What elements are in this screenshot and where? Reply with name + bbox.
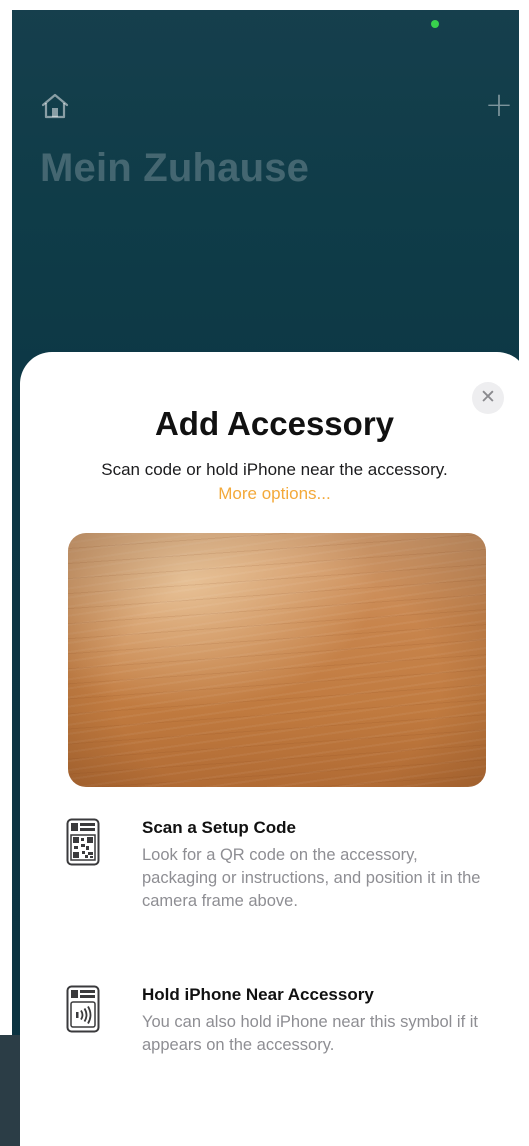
option-description: Look for a QR code on the accessory, pac… (142, 846, 481, 910)
option-description: You can also hold iPhone near this symbo… (142, 1013, 479, 1054)
camera-in-use-indicator (431, 20, 439, 28)
sheet-subtitle: Scan code or hold iPhone near the access… (95, 458, 454, 506)
qr-code-icon (66, 818, 100, 866)
background-peek (0, 1035, 20, 1146)
house-icon[interactable] (40, 92, 70, 120)
left-edge (0, 0, 12, 1146)
add-plus-icon[interactable]: + (484, 88, 514, 122)
nfc-tag-icon (66, 985, 100, 1033)
option-title: Hold iPhone Near Accessory (142, 985, 374, 1004)
sheet-title: Add Accessory (154, 405, 395, 442)
option-title: Scan a Setup Code (142, 818, 296, 837)
more-options-link[interactable]: More options... (218, 484, 330, 503)
home-title: Mein Zuhause (40, 146, 310, 190)
subtitle-text: Scan code or hold iPhone near the access… (101, 460, 448, 479)
top-edge (0, 0, 529, 10)
camera-viewfinder[interactable] (68, 533, 486, 787)
viewfinder-vignette (68, 533, 486, 787)
